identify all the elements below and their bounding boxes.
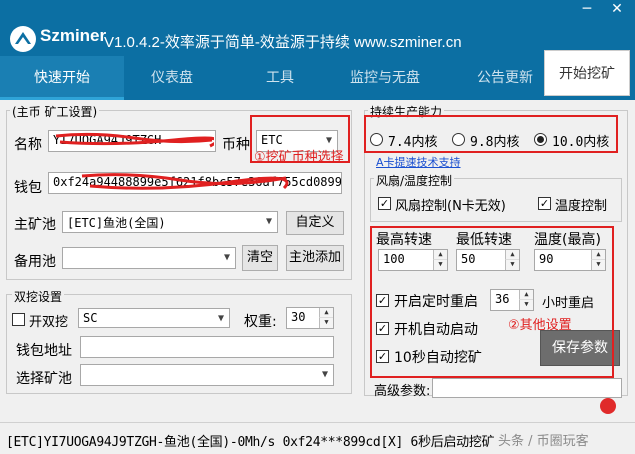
fan-control-checkbox[interactable]: ✓ [378, 197, 391, 210]
add-main-pool-button[interactable]: 主池添加 [286, 245, 344, 271]
temp-control-label: 温度控制 [555, 199, 608, 214]
redaction-scribble [81, 173, 289, 190]
name-label: 名称 [14, 137, 42, 153]
spin-down-icon[interactable]: ▼ [319, 318, 333, 328]
window-title: V1.0.4.2-效率源于简单-效益源于持续 www.szminer.cn [104, 34, 462, 51]
main-pool-select[interactable]: [ETC]鱼池(全国) ▼ [62, 211, 278, 233]
tab-quick-start[interactable]: 快速开始 [0, 56, 124, 100]
capacity-highlight-box [364, 115, 618, 153]
title-bar: Szminer V1.0.4.2-效率源于简单-效益源于持续 www.szmin… [0, 0, 635, 56]
minimize-button[interactable]: ─ [574, 0, 600, 20]
dual-coin-select[interactable]: SC ▼ [78, 308, 230, 328]
dual-pool-select[interactable]: ▼ [80, 364, 334, 386]
dual-wallet-input[interactable] [80, 336, 334, 358]
backup-pool-select[interactable]: ▼ [62, 247, 236, 269]
redaction-scribble [55, 132, 214, 148]
chevron-down-icon: ▼ [321, 369, 328, 380]
main-coin-group-title: (主币 矿工设置) [10, 103, 100, 120]
brand-name: Szminer [40, 26, 107, 45]
szminer-logo-icon [10, 26, 36, 52]
watermark: 头条 / 币圈玩客 [498, 434, 589, 449]
status-text: [ETC]YI7UOGA94J9TZGH-鱼池(全国)-0Mh/s 0xf24*… [6, 435, 495, 450]
status-indicator-icon [600, 398, 616, 414]
chevron-down-icon: ▼ [223, 252, 230, 263]
temp-control-checkbox[interactable]: ✓ [538, 197, 551, 210]
weight-spinner[interactable]: 30 ▲ ▼ [286, 307, 334, 329]
amd-speedup-link[interactable]: A卡提速技术支持 [376, 154, 461, 170]
dual-pool-label: 选择矿池 [16, 371, 72, 387]
advanced-params-input[interactable] [432, 378, 622, 398]
coin-label: 币种 [222, 137, 250, 153]
close-button[interactable]: ✕ [604, 0, 630, 20]
coin-annotation: ①挖矿币种选择 [254, 150, 344, 165]
spin-up-icon[interactable]: ▲ [319, 308, 333, 318]
dual-mining-group-title: 双挖设置 [12, 288, 65, 305]
tab-monitor[interactable]: 监控与无盘 [330, 56, 440, 100]
fan-temp-group-title: 风扇/温度控制 [374, 172, 455, 189]
dual-mining-checkbox[interactable] [12, 313, 25, 326]
tab-tools[interactable]: 工具 [232, 56, 328, 100]
advanced-params-label: 高级参数: [374, 384, 431, 399]
start-mining-button[interactable]: 开始挖矿 [544, 50, 630, 96]
fan-control-label: 风扇控制(N卡无效) [395, 199, 506, 214]
chevron-down-icon: ▼ [265, 216, 272, 227]
dual-wallet-label: 钱包地址 [16, 343, 72, 359]
tab-dashboard[interactable]: 仪表盘 [124, 56, 220, 100]
custom-pool-button[interactable]: 自定义 [286, 211, 344, 235]
chevron-down-icon: ▼ [217, 313, 224, 324]
wallet-label: 钱包 [14, 180, 42, 196]
weight-value: 30 [291, 310, 306, 324]
other-annotation: ②其他设置 [508, 318, 572, 333]
clear-button[interactable]: 清空 [242, 245, 278, 271]
main-pool-select-value: [ETC]鱼池(全国) [67, 216, 166, 230]
tab-bar: 快速开始 仪表盘 工具 监控与无盘 公告更新 [0, 56, 635, 100]
miner-app-window: Szminer V1.0.4.2-效率源于简单-效益源于持续 www.szmin… [0, 0, 635, 454]
dual-mining-label: 开双挖 [29, 315, 69, 330]
other-settings-highlight-box [370, 226, 614, 378]
weight-label: 权重: [244, 314, 277, 330]
backup-pool-label: 备用池 [14, 254, 56, 270]
main-pool-label: 主矿池 [14, 217, 56, 233]
dual-coin-select-value: SC [83, 311, 98, 325]
